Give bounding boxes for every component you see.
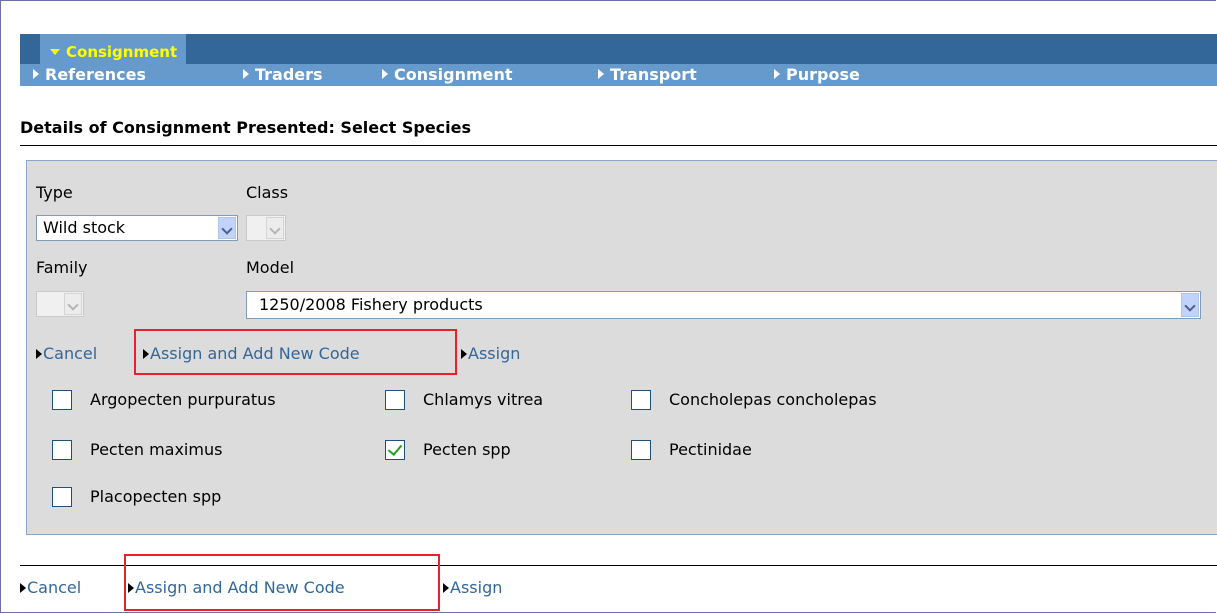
assign-label: Assign [450,578,503,597]
model-select-value: 1250/2008 Fishery products [259,295,483,314]
type-select[interactable]: Wild stock [36,215,238,241]
species-checkbox[interactable]: Placopecten spp [52,487,312,509]
species-label: Argopecten purpuratus [90,390,276,409]
checkbox[interactable] [52,390,72,410]
highlight-box [134,329,457,375]
class-label: Class [246,183,289,202]
assign-link-top[interactable]: Assign [461,344,520,364]
triangle-right-icon [36,349,42,359]
chevron-down-icon [266,217,284,239]
triangle-right-icon [443,583,449,593]
type-label: Type [36,183,73,202]
cancel-link-top[interactable]: Cancel [36,344,97,364]
title-divider [20,145,1217,146]
page-title: Details of Consignment Presented: Select… [20,118,472,137]
highlight-box [124,554,440,611]
chevron-down-icon [218,217,236,239]
chevron-down-icon [1181,293,1199,317]
subnav-label: Consignment [394,65,513,84]
checkbox[interactable] [385,440,405,460]
checkbox[interactable] [52,440,72,460]
type-select-value: Wild stock [43,218,126,237]
chevron-down-icon [64,293,82,315]
subnav-label: Purpose [786,65,860,84]
triangle-right-icon [33,69,39,79]
model-label: Model [246,258,295,277]
triangle-right-icon [243,69,249,79]
tab-consignment-active[interactable]: Consignment [40,34,187,64]
subnav-item-transport[interactable]: Transport [598,64,697,86]
checkbox[interactable] [52,487,72,507]
species-checkbox[interactable]: Argopecten purpuratus [52,390,352,412]
species-label: Placopecten spp [90,487,222,506]
family-label: Family [36,258,88,277]
triangle-right-icon [382,69,388,79]
species-checkbox[interactable]: Pecten spp [385,440,585,462]
species-label: Concholepas concholepas [669,390,877,409]
nav-bar: Consignment [20,34,1217,64]
checkbox[interactable] [385,390,405,410]
family-select[interactable] [36,291,84,317]
triangle-right-icon [20,583,26,593]
active-tab-label: Consignment [66,43,178,61]
sub-nav-bar: References Traders Consignment Transport… [20,64,1217,86]
species-checkbox[interactable]: Chlamys vitrea [385,390,605,412]
cancel-label: Cancel [27,578,82,597]
subnav-label: Transport [610,65,697,84]
assign-link-bottom[interactable]: Assign [443,578,502,598]
species-checkbox[interactable]: Pecten maximus [52,440,312,462]
model-select[interactable]: 1250/2008 Fishery products [246,291,1201,319]
checkmark-icon [387,440,403,457]
checkbox[interactable] [631,440,651,460]
species-label: Chlamys vitrea [423,390,544,409]
subnav-label: References [45,65,146,84]
species-checkbox[interactable]: Pectinidae [631,440,831,462]
subnav-label: Traders [255,65,323,84]
species-label: Pectinidae [669,440,752,459]
cancel-link-bottom[interactable]: Cancel [20,578,81,598]
subnav-item-references[interactable]: References [33,64,146,86]
class-select[interactable] [246,215,286,241]
triangle-right-icon [598,69,604,79]
subnav-item-consignment[interactable]: Consignment [382,64,513,86]
checkbox[interactable] [631,390,651,410]
triangle-down-icon [50,49,60,55]
species-checkbox[interactable]: Concholepas concholepas [631,390,961,412]
subnav-item-purpose[interactable]: Purpose [774,64,860,86]
cancel-label: Cancel [43,344,98,363]
triangle-right-icon [461,349,467,359]
species-label: Pecten maximus [90,440,223,459]
triangle-right-icon [774,69,780,79]
species-label: Pecten spp [423,440,511,459]
subnav-item-traders[interactable]: Traders [243,64,323,86]
assign-label: Assign [468,344,521,363]
